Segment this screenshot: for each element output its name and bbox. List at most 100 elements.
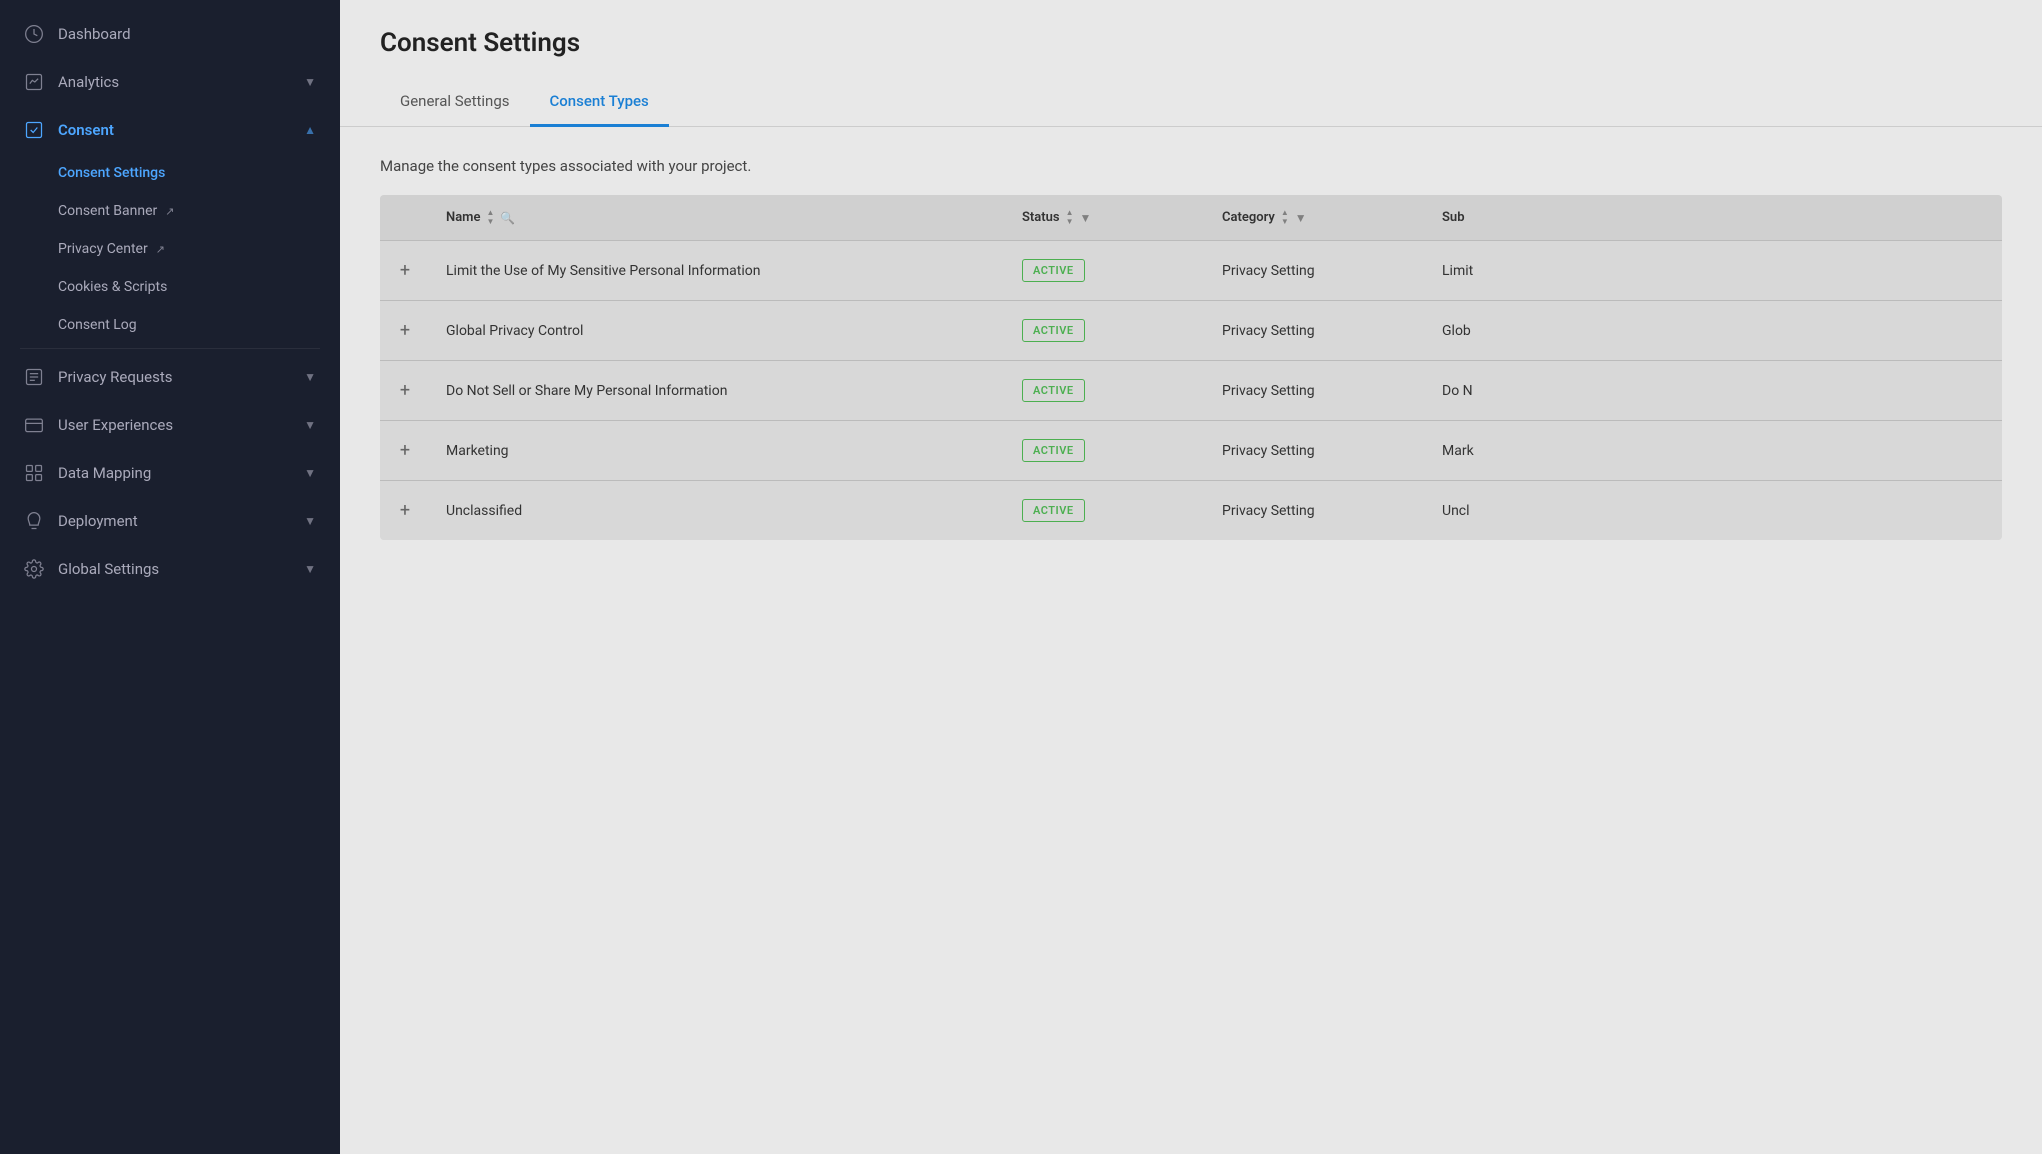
sub-item-label: Consent Log	[58, 317, 137, 333]
status-badge: ACTIVE	[1022, 439, 1085, 462]
sidebar: Dashboard Analytics ▼ Consent ▲ Consent …	[0, 0, 340, 1154]
th-name[interactable]: Name ▲ ▼ 🔍	[430, 195, 1006, 240]
row-expand-btn[interactable]: +	[380, 361, 430, 420]
status-badge: ACTIVE	[1022, 499, 1085, 522]
deployment-icon	[24, 511, 44, 531]
status-badge: ACTIVE	[1022, 319, 1085, 342]
main-content: Consent Settings General Settings Consen…	[340, 0, 2042, 1154]
sub-item-label: Consent Settings	[58, 165, 165, 181]
sidebar-item-consent[interactable]: Consent ▲	[0, 106, 340, 154]
page-header: Consent Settings	[340, 0, 2042, 78]
sidebar-item-global-settings[interactable]: Global Settings ▼	[0, 545, 340, 593]
row-category: Privacy Setting	[1206, 481, 1426, 540]
external-link-icon: ↗	[165, 205, 174, 218]
table-row: + Unclassified ACTIVE Privacy Setting Un…	[380, 481, 2002, 540]
external-link-icon: ↗	[156, 243, 165, 256]
table-header: Name ▲ ▼ 🔍 Status ▲ ▼ ▼ Categor	[380, 195, 2002, 241]
th-category[interactable]: Category ▲ ▼ ▼	[1206, 195, 1426, 240]
sidebar-item-privacy-requests[interactable]: Privacy Requests ▼	[0, 353, 340, 401]
table-row: + Limit the Use of My Sensitive Personal…	[380, 241, 2002, 301]
sidebar-item-label: Deployment	[58, 512, 138, 530]
table-row: + Do Not Sell or Share My Personal Infor…	[380, 361, 2002, 421]
analytics-chevron: ▼	[304, 75, 316, 89]
sidebar-sub-consent-settings[interactable]: Consent Settings	[58, 154, 340, 192]
name-sort-icon[interactable]: ▲ ▼	[486, 209, 494, 226]
global-settings-icon	[24, 559, 44, 579]
deployment-chevron: ▼	[304, 514, 316, 528]
sub-item-label: Cookies & Scripts	[58, 279, 167, 295]
consent-chevron: ▲	[304, 123, 316, 137]
sidebar-sub-cookies-scripts[interactable]: Cookies & Scripts	[58, 268, 340, 306]
sidebar-sub-consent-banner[interactable]: Consent Banner ↗	[58, 192, 340, 230]
row-sub: Limit	[1426, 241, 2002, 300]
status-badge: ACTIVE	[1022, 379, 1085, 402]
content-description: Manage the consent types associated with…	[380, 157, 2002, 175]
row-category: Privacy Setting	[1206, 361, 1426, 420]
row-category: Privacy Setting	[1206, 301, 1426, 360]
row-sub: Uncl	[1426, 481, 2002, 540]
dashboard-icon	[24, 24, 44, 44]
tab-consent-types[interactable]: Consent Types	[530, 78, 669, 127]
row-name: Limit the Use of My Sensitive Personal I…	[430, 241, 1006, 300]
sidebar-sub-consent-log[interactable]: Consent Log	[58, 306, 340, 344]
sidebar-item-label: Privacy Requests	[58, 368, 173, 386]
row-expand-btn[interactable]: +	[380, 421, 430, 480]
sidebar-divider	[20, 348, 320, 349]
row-name: Do Not Sell or Share My Personal Informa…	[430, 361, 1006, 420]
th-expand	[380, 195, 430, 240]
row-sub: Glob	[1426, 301, 2002, 360]
consent-submenu: Consent Settings Consent Banner ↗ Privac…	[0, 154, 340, 344]
row-name: Unclassified	[430, 481, 1006, 540]
privacy-requests-chevron: ▼	[304, 370, 316, 384]
row-sub: Mark	[1426, 421, 2002, 480]
th-status[interactable]: Status ▲ ▼ ▼	[1006, 195, 1206, 240]
sidebar-item-label: User Experiences	[58, 416, 173, 434]
sidebar-item-label: Global Settings	[58, 560, 159, 578]
row-expand-btn[interactable]: +	[380, 481, 430, 540]
table-row: + Global Privacy Control ACTIVE Privacy …	[380, 301, 2002, 361]
consent-types-table: Name ▲ ▼ 🔍 Status ▲ ▼ ▼ Categor	[380, 195, 2002, 540]
row-sub: Do N	[1426, 361, 2002, 420]
global-settings-chevron: ▼	[304, 562, 316, 576]
row-status: ACTIVE	[1006, 361, 1206, 420]
status-filter-icon[interactable]: ▼	[1080, 211, 1092, 225]
data-mapping-chevron: ▼	[304, 466, 316, 480]
th-sub: Sub	[1426, 195, 2002, 240]
row-name: Marketing	[430, 421, 1006, 480]
user-experiences-icon	[24, 415, 44, 435]
row-status: ACTIVE	[1006, 301, 1206, 360]
category-filter-icon[interactable]: ▼	[1295, 211, 1307, 225]
name-search-icon[interactable]: 🔍	[500, 211, 515, 225]
sidebar-item-analytics[interactable]: Analytics ▼	[0, 58, 340, 106]
sidebar-item-label: Consent	[58, 121, 114, 139]
table-row: + Marketing ACTIVE Privacy Setting Mark	[380, 421, 2002, 481]
status-badge: ACTIVE	[1022, 259, 1085, 282]
sidebar-sub-privacy-center[interactable]: Privacy Center ↗	[58, 230, 340, 268]
status-sort-icon[interactable]: ▲ ▼	[1066, 209, 1074, 226]
row-expand-btn[interactable]: +	[380, 241, 430, 300]
category-sort-icon[interactable]: ▲ ▼	[1281, 209, 1289, 226]
user-experiences-chevron: ▼	[304, 418, 316, 432]
analytics-icon	[24, 72, 44, 92]
row-status: ACTIVE	[1006, 481, 1206, 540]
tab-content: Manage the consent types associated with…	[340, 127, 2042, 570]
sub-item-label: Consent Banner	[58, 203, 157, 219]
row-category: Privacy Setting	[1206, 241, 1426, 300]
sub-item-label: Privacy Center	[58, 241, 148, 257]
tab-general-settings[interactable]: General Settings	[380, 78, 530, 127]
row-category: Privacy Setting	[1206, 421, 1426, 480]
sidebar-item-label: Dashboard	[58, 25, 131, 43]
row-expand-btn[interactable]: +	[380, 301, 430, 360]
sidebar-item-deployment[interactable]: Deployment ▼	[0, 497, 340, 545]
row-name: Global Privacy Control	[430, 301, 1006, 360]
tabs-container: General Settings Consent Types	[340, 78, 2042, 127]
page-title: Consent Settings	[380, 28, 2002, 58]
data-mapping-icon	[24, 463, 44, 483]
sidebar-item-data-mapping[interactable]: Data Mapping ▼	[0, 449, 340, 497]
row-status: ACTIVE	[1006, 241, 1206, 300]
sidebar-item-label: Data Mapping	[58, 464, 151, 482]
row-status: ACTIVE	[1006, 421, 1206, 480]
sidebar-item-user-experiences[interactable]: User Experiences ▼	[0, 401, 340, 449]
privacy-requests-icon	[24, 367, 44, 387]
sidebar-item-dashboard[interactable]: Dashboard	[0, 10, 340, 58]
